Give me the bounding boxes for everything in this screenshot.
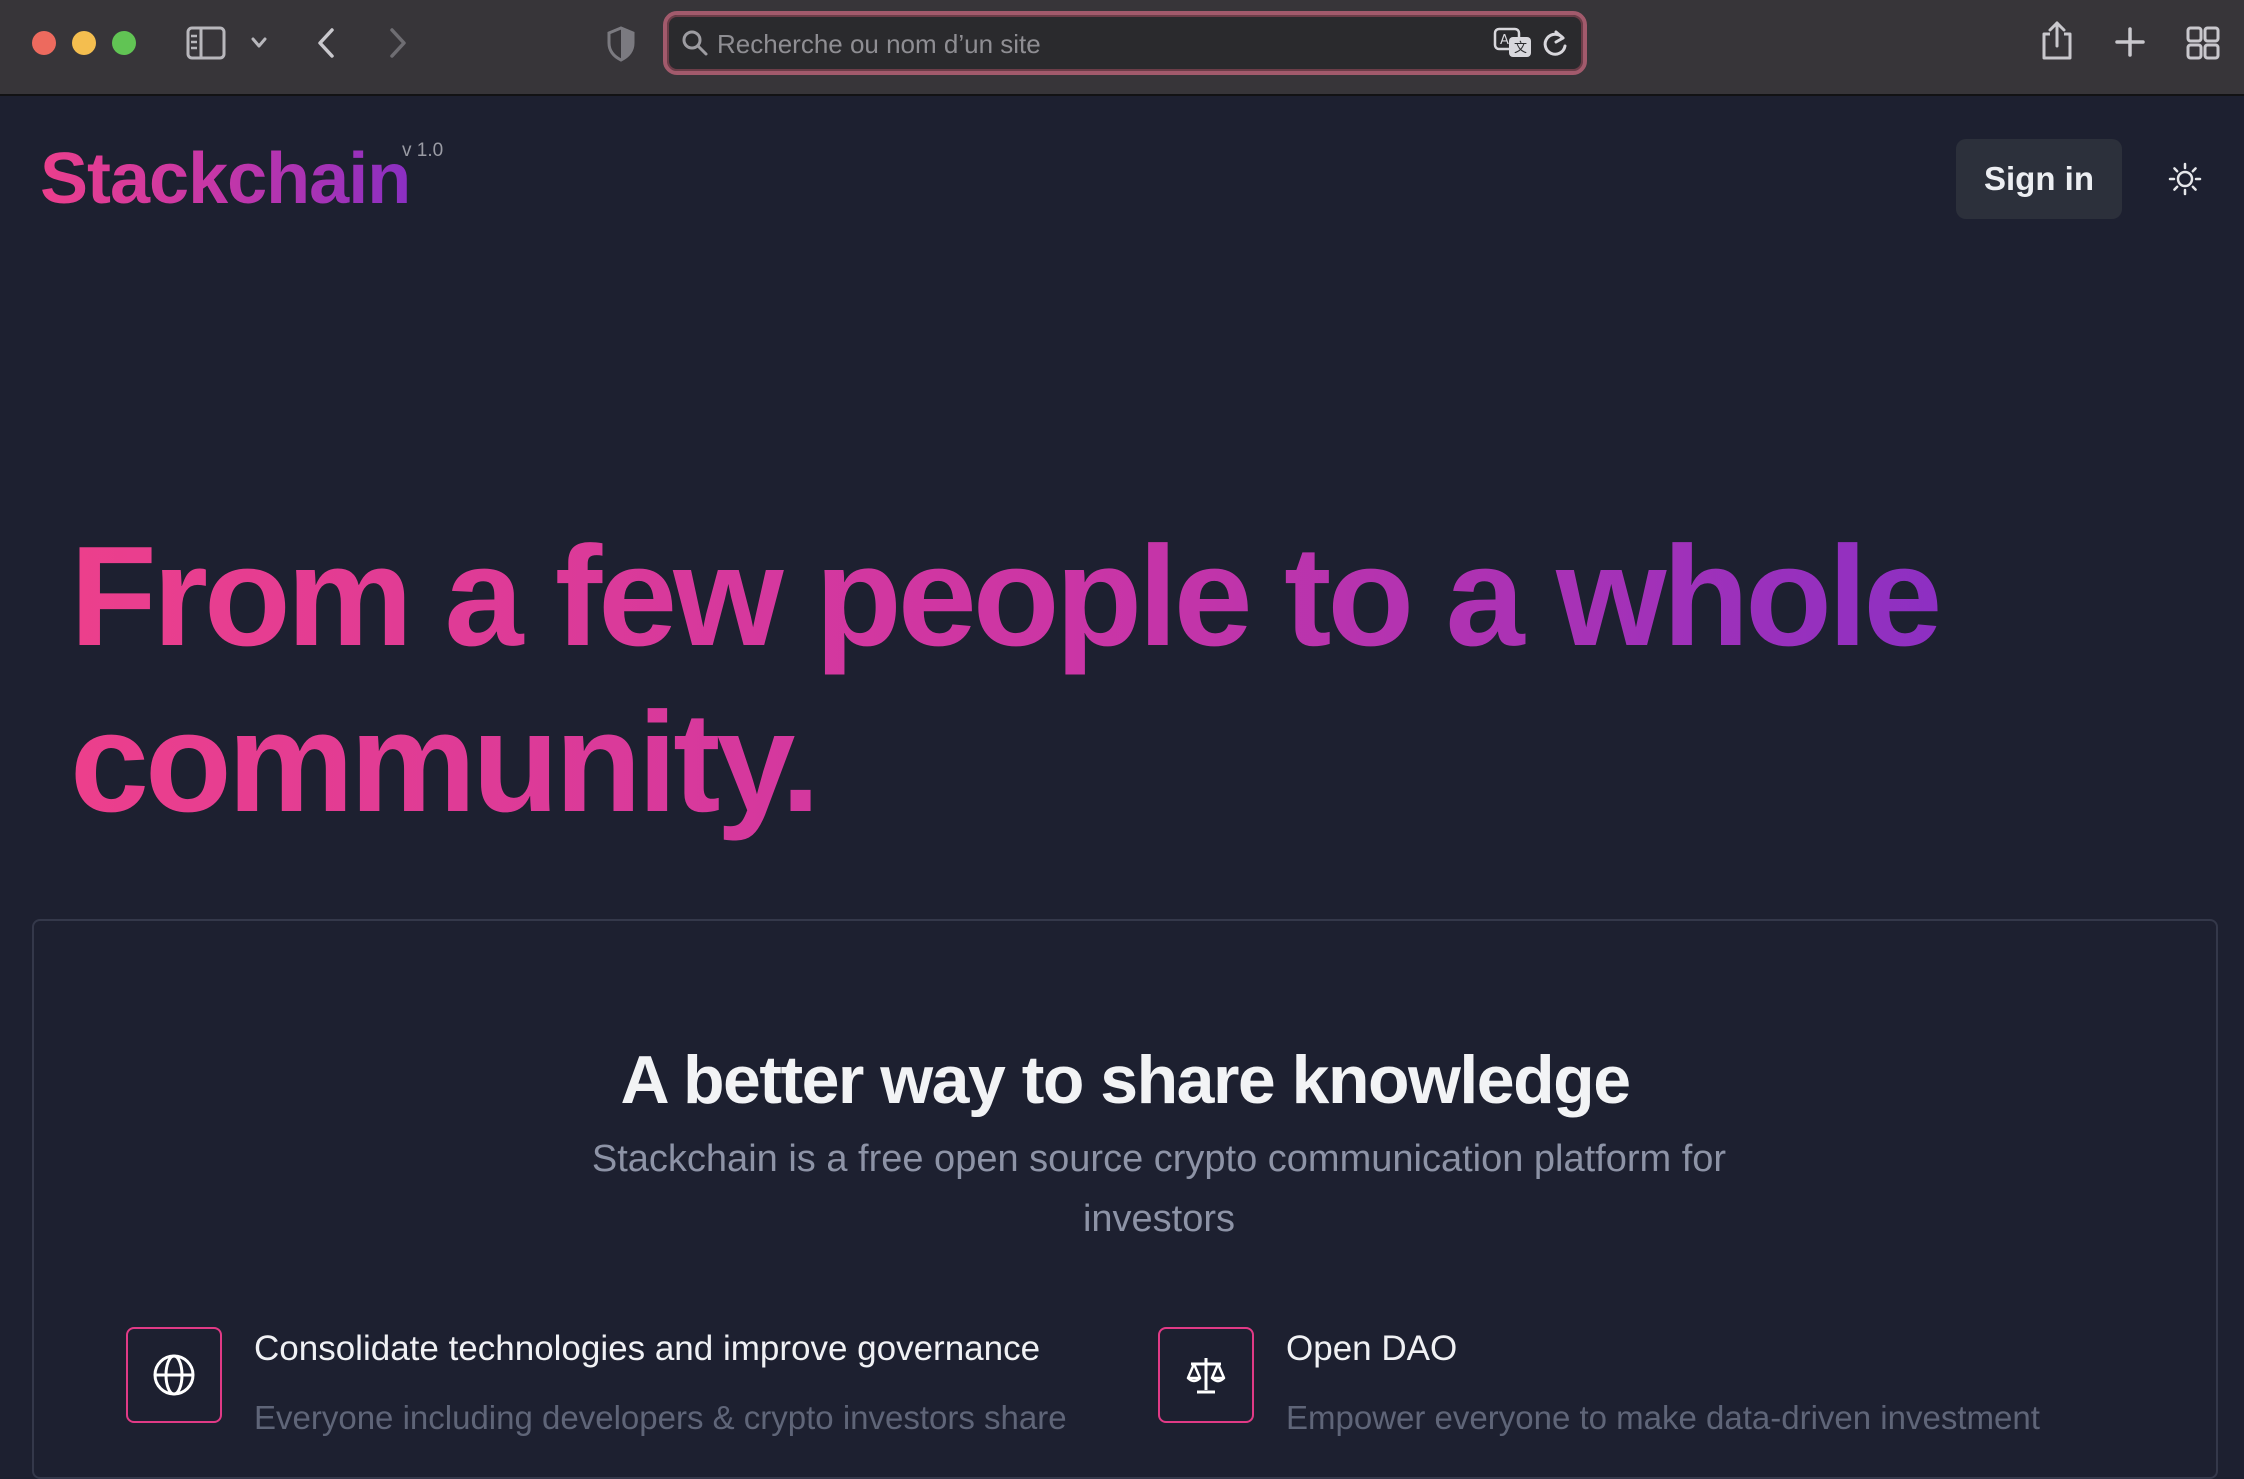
share-icon[interactable] — [2040, 20, 2074, 62]
window-zoom-button[interactable] — [112, 31, 136, 55]
grid-icon[interactable] — [2186, 26, 2220, 60]
translate-icon[interactable]: A 文 — [1493, 27, 1533, 64]
sign-in-button[interactable]: Sign in — [1956, 139, 2122, 219]
globe-icon — [126, 1327, 222, 1423]
scale-icon — [1158, 1327, 1254, 1423]
feature-title-governance: Consolidate technologies and improve gov… — [254, 1329, 1041, 1368]
browser-toolbar: Recherche ou nom d’un site A 文 — [0, 0, 2244, 96]
chevron-right-icon[interactable] — [386, 26, 410, 60]
search-icon — [681, 29, 709, 62]
chevron-down-icon[interactable] — [250, 36, 268, 50]
shield-icon[interactable] — [606, 26, 636, 62]
feature-description-governance: Everyone including developers & crypto i… — [254, 1399, 1067, 1436]
sun-icon[interactable] — [2168, 162, 2202, 201]
window-minimize-button[interactable] — [72, 31, 96, 55]
feature-title-open-dao: Open DAO — [1286, 1329, 1458, 1368]
reload-icon[interactable] — [1541, 29, 1569, 64]
brand-logo[interactable]: Stackchain — [40, 138, 411, 220]
features-title: A better way to share knowledge — [620, 1042, 1631, 1118]
chevron-left-icon[interactable] — [314, 26, 338, 60]
feature-description-open-dao: Empower everyone to make data-driven inv… — [1286, 1399, 2040, 1436]
svg-text:文: 文 — [1514, 41, 1527, 56]
page-content: Stackchain v 1.0 Sign in From a few peop… — [0, 98, 2244, 1479]
features-panel: A better way to share knowledge Stackcha… — [32, 919, 2218, 1479]
address-bar[interactable]: Recherche ou nom d’un site A 文 — [663, 11, 1587, 75]
plus-icon[interactable] — [2114, 26, 2146, 58]
hero-headline: From a few people to a whole community. — [70, 514, 2070, 846]
window-close-button[interactable] — [32, 31, 56, 55]
version-badge: v 1.0 — [402, 140, 444, 161]
features-subtitle: Stackchain is a free open source crypto … — [591, 1138, 1727, 1240]
address-placeholder: Recherche ou nom d’un site — [717, 29, 1041, 59]
svg-text:A: A — [1500, 33, 1509, 48]
sidebar-icon[interactable] — [186, 26, 226, 60]
